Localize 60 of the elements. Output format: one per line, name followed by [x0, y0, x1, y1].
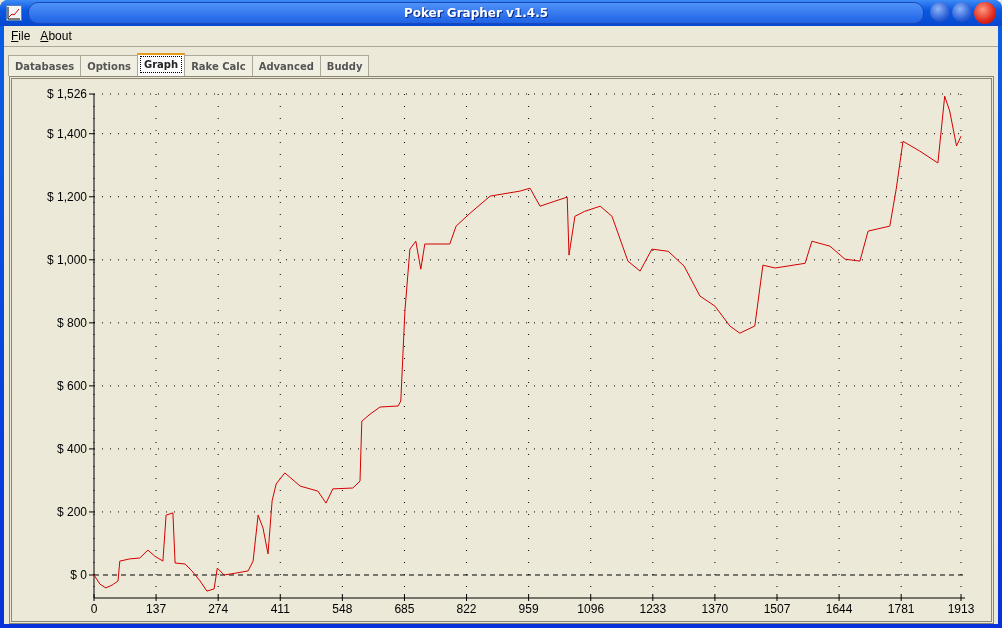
tick-mark [652, 593, 654, 602]
x-tick-label: 548 [332, 602, 353, 616]
tick-mark [279, 593, 281, 602]
tick-mark [900, 593, 902, 602]
tab[interactable]: Databases [8, 55, 82, 76]
x-tick-label: 1233 [639, 602, 667, 616]
close-button[interactable] [974, 2, 996, 24]
tick-mark [528, 593, 530, 602]
line-chart-icon [6, 5, 22, 21]
y-tick-label: $ 0 [70, 568, 87, 582]
y-tick-label: $ 800 [56, 315, 87, 330]
x-tick-label: 1096 [577, 602, 605, 616]
tick-mark [960, 593, 962, 602]
tab[interactable]: Rake Calc [184, 55, 253, 76]
tick-mark [88, 259, 95, 261]
tick-mark [88, 448, 95, 450]
tick-mark [88, 574, 95, 576]
x-tick-label: 1644 [825, 602, 853, 616]
y-tick-label: $ 400 [56, 441, 87, 456]
x-tick-label: 822 [456, 602, 477, 616]
menu-item[interactable]: About [35, 28, 77, 44]
tick-mark [88, 93, 95, 95]
tick-mark [88, 511, 95, 513]
y-tick-label: $ 1,000 [46, 252, 87, 267]
tick-mark [217, 593, 219, 602]
window-title: Poker Grapher v1.4.5 [403, 6, 549, 20]
y-tick-label: $ 1,200 [46, 189, 87, 204]
tick-mark [88, 196, 95, 198]
tab[interactable]: Advanced [251, 55, 321, 76]
tick-mark [155, 593, 157, 602]
tab[interactable]: Options [80, 55, 138, 76]
x-tick-label: 411 [270, 602, 290, 616]
tick-mark [466, 593, 468, 602]
x-tick-label: 1370 [701, 602, 729, 616]
x-tick-label: 1781 [887, 602, 915, 616]
x-tick-label: 1507 [763, 602, 791, 616]
x-tick-label: 959 [518, 602, 539, 616]
x-tick-label: 137 [146, 602, 167, 616]
y-tick-label: $ 1,400 [46, 126, 87, 141]
tick-mark [88, 385, 95, 387]
tab[interactable]: Buddy [319, 55, 370, 76]
tick-mark [403, 593, 405, 602]
x-tick-label: 1913 [947, 602, 975, 616]
maximize-button[interactable] [952, 2, 972, 22]
y-tick-label: $ 1,526 [46, 87, 87, 101]
y-tick-label: $ 600 [56, 378, 87, 393]
tick-mark [590, 593, 592, 602]
minimize-button[interactable] [930, 2, 950, 22]
tick-mark [776, 593, 778, 602]
tick-mark [88, 133, 95, 135]
x-tick-label: 0 [90, 602, 98, 616]
y-tick-label: $ 200 [56, 504, 87, 519]
tick-mark [838, 593, 840, 602]
x-tick-label: 274 [208, 602, 229, 616]
menu-item[interactable]: File [6, 28, 36, 44]
tab[interactable]: Graph [137, 53, 186, 76]
tick-mark [88, 322, 95, 324]
tick-mark [341, 593, 343, 602]
x-tick-label: 685 [394, 602, 415, 616]
tick-mark [714, 593, 716, 602]
